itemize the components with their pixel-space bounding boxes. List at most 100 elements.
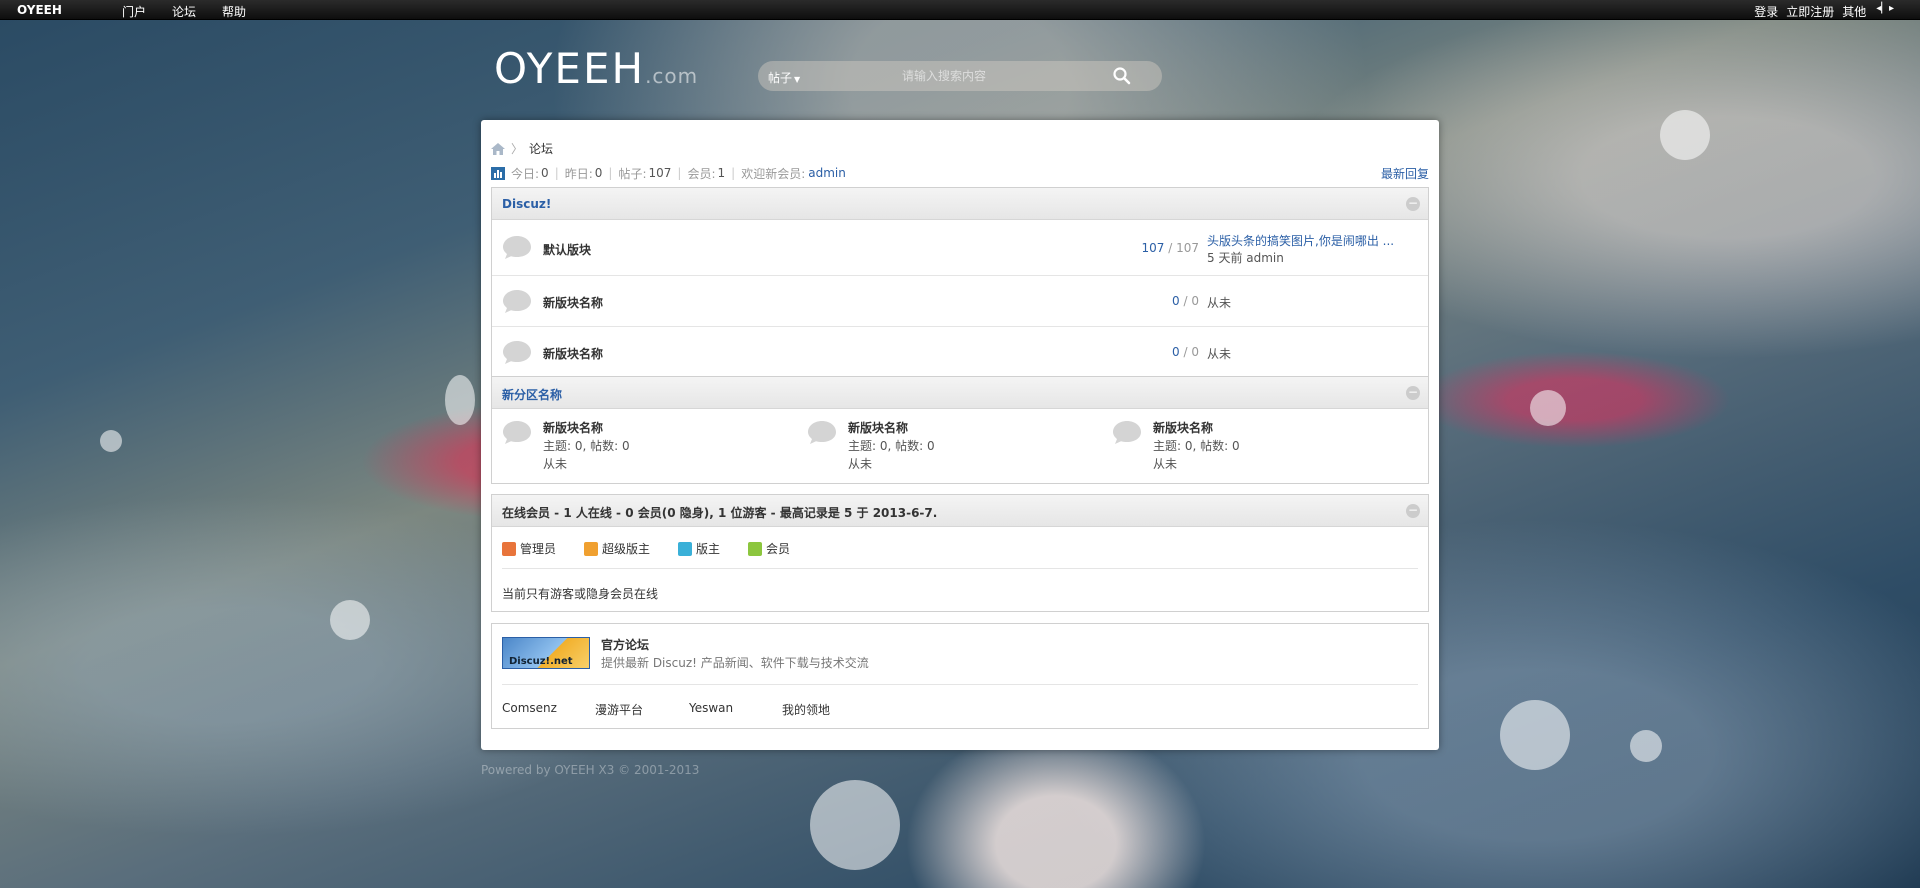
super-moderator-icon [584, 541, 599, 556]
stat-today-value: 0 [541, 166, 549, 180]
background-bubble [100, 430, 122, 452]
link-manyou[interactable]: 漫游平台 [595, 701, 643, 718]
nav-portal[interactable]: 门户 [122, 3, 146, 20]
stat-yesterday-label: 昨日: [564, 166, 593, 181]
breadcrumb-current[interactable]: 论坛 [529, 140, 553, 157]
category-title[interactable]: 新分区名称 [502, 386, 562, 403]
legend-label: 管理员 [520, 542, 557, 556]
forum-bubble-icon [1113, 421, 1141, 444]
forum-bubble-icon [808, 421, 836, 444]
divider [502, 568, 1418, 569]
separator: | [554, 166, 559, 180]
stat-members-value: 1 [717, 166, 726, 180]
latest-replies-link[interactable]: 最新回复 [1381, 165, 1429, 182]
home-icon[interactable] [491, 142, 505, 155]
legend-label: 版主 [696, 542, 721, 556]
nav-forum[interactable]: 论坛 [172, 3, 196, 20]
nav-help[interactable]: 帮助 [222, 3, 246, 20]
forum-counts: 107 / 107 [1141, 241, 1199, 255]
collapse-icon[interactable]: − [1406, 504, 1420, 518]
forum-counts: 0 / 0 [1172, 294, 1199, 308]
background-bubble [810, 780, 900, 870]
logo-suffix: .com [645, 64, 699, 88]
forum-meta: 主题: 0, 帖数: 0 [848, 439, 935, 453]
forum-last-post: 从未 [1153, 457, 1178, 471]
category-new-section: 新分区名称 − 新版块名称 主题: 0, 帖数: 0 从未 新版块名称 主题: … [491, 376, 1429, 484]
background-bubble [1630, 730, 1662, 762]
online-title[interactable]: 在线会员 - 1 人在线 - 0 会员(0 隐身), 1 位游客 - 最高记录是… [502, 504, 937, 521]
last-post-meta: 从未 [1207, 296, 1232, 310]
background-bubble [1500, 700, 1570, 770]
search-type-label: 帖子 [768, 71, 793, 85]
search-input[interactable] [902, 67, 1062, 85]
legend-label: 超级版主 [602, 542, 651, 556]
category-title[interactable]: Discuz! [502, 197, 551, 211]
register-link[interactable]: 立即注册 [1786, 3, 1834, 20]
legend-moderator: 版主 [678, 540, 720, 557]
user-links: 登录 立即注册 其他 ◂▏▸ [1754, 3, 1894, 20]
footer-powered-by: Powered by OYEEH X3 © 2001-2013 [481, 763, 700, 777]
forum-row: 新版块名称 0 / 0 从未 [492, 277, 1428, 327]
stat-yesterday-value: 0 [594, 166, 603, 180]
separator: | [608, 166, 613, 180]
breadcrumb: 〉 论坛 [491, 140, 553, 157]
last-post-title[interactable]: 头版头条的搞笑图片,你是闹哪出 ... [1207, 232, 1394, 249]
forum-name[interactable]: 新版块名称 [1153, 419, 1213, 436]
background-bubble [330, 600, 370, 640]
friendly-links: Discuz!.net 官方论坛 提供最新 Discuz! 产品新闻、软件下载与… [491, 623, 1429, 729]
official-forum-logo-text: Discuz!.net [509, 656, 573, 667]
forum-meta: 主题: 0, 帖数: 0 [1153, 439, 1240, 453]
top-navigation-bar: OYEEH 门户 论坛 帮助 登录 立即注册 其他 ◂▏▸ [0, 0, 1920, 20]
thread-count: 107 [1141, 241, 1165, 255]
divider [502, 684, 1418, 685]
forum-name[interactable]: 默认版块 [543, 241, 591, 258]
link-comsenz[interactable]: Comsenz [502, 701, 557, 715]
forum-last-post: 从未 [848, 457, 873, 471]
category-header: 新分区名称 − [492, 377, 1428, 409]
background-bubble [445, 375, 475, 425]
forum-stats: 今日: 0 | 昨日: 0 | 帖子: 107 | 会员: 1 | 欢迎新会员: admi… [491, 165, 1429, 181]
stat-members-label: 会员: [687, 166, 716, 181]
search-type-select[interactable]: 帖子 ▼ [768, 69, 800, 86]
official-forum-name[interactable]: 官方论坛 [601, 636, 649, 653]
stat-posts-value: 107 [648, 166, 672, 180]
category-discuz: Discuz! − 默认版块 107 / 107 头版头条的搞笑图片,你是闹哪出… [491, 187, 1429, 379]
site-logo[interactable]: OYEEH.com [494, 48, 698, 90]
forum-cell: 新版块名称 主题: 0, 帖数: 0 从未 [1112, 419, 1412, 479]
stat-posts-label: 帖子: [618, 166, 647, 181]
thread-count: 0 [1172, 294, 1180, 308]
collapse-icon[interactable]: − [1406, 386, 1420, 400]
last-post: 头版头条的搞笑图片,你是闹哪出 ... 5 天前 admin [1207, 232, 1394, 266]
link-my-territory[interactable]: 我的领地 [782, 701, 830, 718]
link-yeswan[interactable]: Yeswan [689, 701, 733, 715]
background-bubble [1530, 390, 1566, 426]
thread-count: 0 [1172, 345, 1180, 359]
online-header: 在线会员 - 1 人在线 - 0 会员(0 隐身), 1 位游客 - 最高记录是… [492, 495, 1428, 527]
official-forum-logo[interactable]: Discuz!.net [502, 637, 590, 669]
member-icon [748, 541, 763, 556]
forum-name[interactable]: 新版块名称 [848, 419, 908, 436]
forum-name[interactable]: 新版块名称 [543, 294, 603, 311]
forum-row: 默认版块 107 / 107 头版头条的搞笑图片,你是闹哪出 ... 5 天前 … [492, 221, 1428, 276]
other-link[interactable]: 其他 [1842, 3, 1866, 20]
post-count: 0 [1191, 294, 1199, 308]
breadcrumb-separator: 〉 [511, 142, 524, 156]
caret-down-icon: ▼ [794, 75, 801, 84]
expand-arrows-icon[interactable]: ◂▏▸ [1876, 3, 1894, 20]
collapse-icon[interactable]: − [1406, 197, 1420, 211]
last-post-meta: 5 天前 admin [1207, 251, 1284, 265]
site-brand[interactable]: OYEEH [17, 3, 62, 17]
forum-name[interactable]: 新版块名称 [543, 345, 603, 362]
forum-counts: 0 / 0 [1172, 345, 1199, 359]
post-count: 0 [1191, 345, 1199, 359]
forum-bubble-icon [503, 421, 531, 444]
search-icon[interactable] [1112, 66, 1132, 86]
stat-today-label: 今日: [511, 166, 540, 181]
new-member-link[interactable]: admin [808, 166, 846, 180]
last-post: 从未 [1207, 294, 1231, 311]
forum-last-post: 从未 [543, 457, 568, 471]
forum-name[interactable]: 新版块名称 [543, 419, 603, 436]
login-link[interactable]: 登录 [1754, 3, 1778, 20]
last-post-meta: 从未 [1207, 347, 1232, 361]
logo-text: OYEEH [494, 44, 646, 93]
